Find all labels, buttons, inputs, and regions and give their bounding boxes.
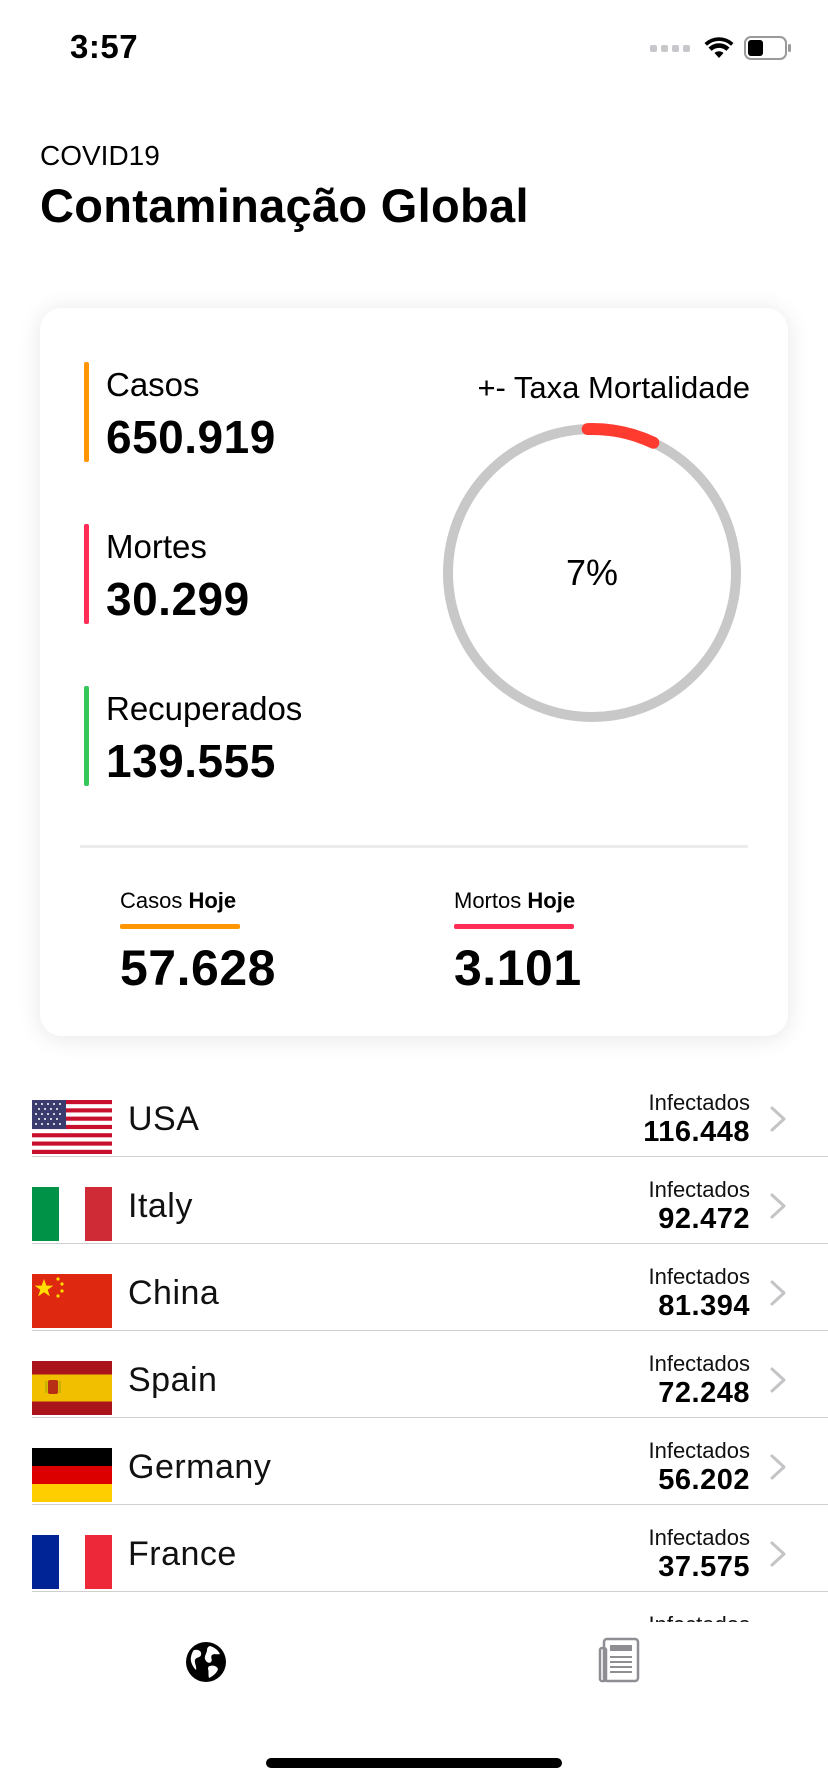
france-flag-icon: [32, 1535, 112, 1589]
chevron-right-icon: [770, 1367, 786, 1393]
cases-value: 650.919: [106, 411, 276, 463]
infected-label: Infectados: [648, 1438, 750, 1463]
country-list[interactable]: USA Infectados 116.448 Italy Infectados …: [0, 1070, 828, 1622]
chevron-right-icon: [770, 1193, 786, 1219]
home-indicator[interactable]: [266, 1758, 562, 1768]
country-row-partial[interactable]: Infectados: [0, 1592, 828, 1622]
country-name: Germany: [128, 1448, 272, 1486]
today-deaths-value: 3.101: [454, 940, 582, 996]
deaths-value: 30.299: [106, 573, 250, 625]
recovered-stat: Recuperados 139.555: [84, 686, 303, 787]
country-name: USA: [128, 1100, 200, 1138]
country-row-usa[interactable]: USA Infectados 116.448: [0, 1070, 828, 1157]
today-cases: Casos Hoje 57.628: [120, 888, 276, 997]
status-icons: [650, 36, 792, 60]
infected-label: Infectados: [648, 1612, 750, 1622]
cases-label: Casos: [106, 366, 200, 403]
summary-card: Casos 650.919 Mortes 30.299 Recuperados …: [40, 308, 788, 1036]
infected-value: 56.202: [658, 1464, 750, 1496]
deaths-stat: Mortes 30.299: [84, 524, 250, 625]
italy-flag-icon: [32, 1187, 112, 1241]
country-name: China: [128, 1274, 220, 1312]
country-row-france[interactable]: France Infectados 37.575: [0, 1505, 828, 1592]
infected-value: 81.394: [658, 1290, 750, 1322]
deaths-indicator-bar: [84, 524, 89, 624]
country-name: Spain: [128, 1361, 218, 1399]
today-cases-label: Casos Hoje: [120, 888, 237, 913]
mortality-value: 7%: [565, 552, 619, 593]
infected-label: Infectados: [648, 1177, 750, 1202]
card-divider: [80, 845, 748, 848]
country-row-spain[interactable]: Spain Infectados 72.248: [0, 1331, 828, 1418]
infected-label: Infectados: [648, 1090, 750, 1115]
infected-value: 37.575: [658, 1551, 750, 1583]
usa-flag-icon: [32, 1100, 112, 1154]
header-subtitle: COVID19: [40, 140, 160, 171]
spain-flag-icon: [32, 1361, 112, 1415]
recovered-indicator-bar: [84, 686, 89, 786]
infected-label: Infectados: [648, 1264, 750, 1289]
country-row-italy[interactable]: Italy Infectados 92.472: [0, 1157, 828, 1244]
infected-label: Infectados: [648, 1525, 750, 1550]
infected-value: 92.472: [658, 1203, 750, 1235]
chevron-right-icon: [770, 1454, 786, 1480]
recovered-value: 139.555: [106, 735, 276, 787]
wifi-icon: [704, 37, 734, 58]
infected-value: 116.448: [643, 1116, 750, 1148]
today-deaths-underline: [454, 924, 574, 929]
china-flag-icon: [32, 1274, 112, 1328]
country-name: Italy: [128, 1187, 193, 1225]
infected-value: 72.248: [658, 1377, 750, 1409]
cellular-signal-icon: [650, 44, 690, 52]
newspaper-icon[interactable]: [598, 1636, 644, 1684]
status-bar: 3:57: [0, 0, 828, 100]
today-deaths-label: Mortos Hoje: [454, 888, 576, 913]
page-title: Contaminação Global: [40, 179, 529, 232]
today-deaths: Mortos Hoje 3.101: [454, 888, 582, 997]
chevron-right-icon: [770, 1541, 786, 1567]
today-cases-value: 57.628: [120, 940, 276, 996]
globe-icon[interactable]: [184, 1640, 228, 1684]
battery-icon: [744, 36, 791, 60]
cases-indicator-bar: [84, 362, 89, 462]
deaths-label: Mortes: [106, 528, 207, 565]
chevron-right-icon: [770, 1106, 786, 1132]
mortality-title: +- Taxa Mortalidade: [477, 370, 750, 405]
germany-flag-icon: [32, 1448, 112, 1502]
country-name: France: [128, 1535, 237, 1573]
country-row-china[interactable]: China Infectados 81.394: [0, 1244, 828, 1331]
infected-label: Infectados: [648, 1351, 750, 1376]
cases-stat: Casos 650.919: [84, 362, 276, 463]
country-row-germany[interactable]: Germany Infectados 56.202: [0, 1418, 828, 1505]
recovered-label: Recuperados: [106, 690, 303, 727]
today-cases-underline: [120, 924, 240, 929]
status-time: 3:57: [70, 28, 139, 65]
chevron-right-icon: [770, 1280, 786, 1306]
